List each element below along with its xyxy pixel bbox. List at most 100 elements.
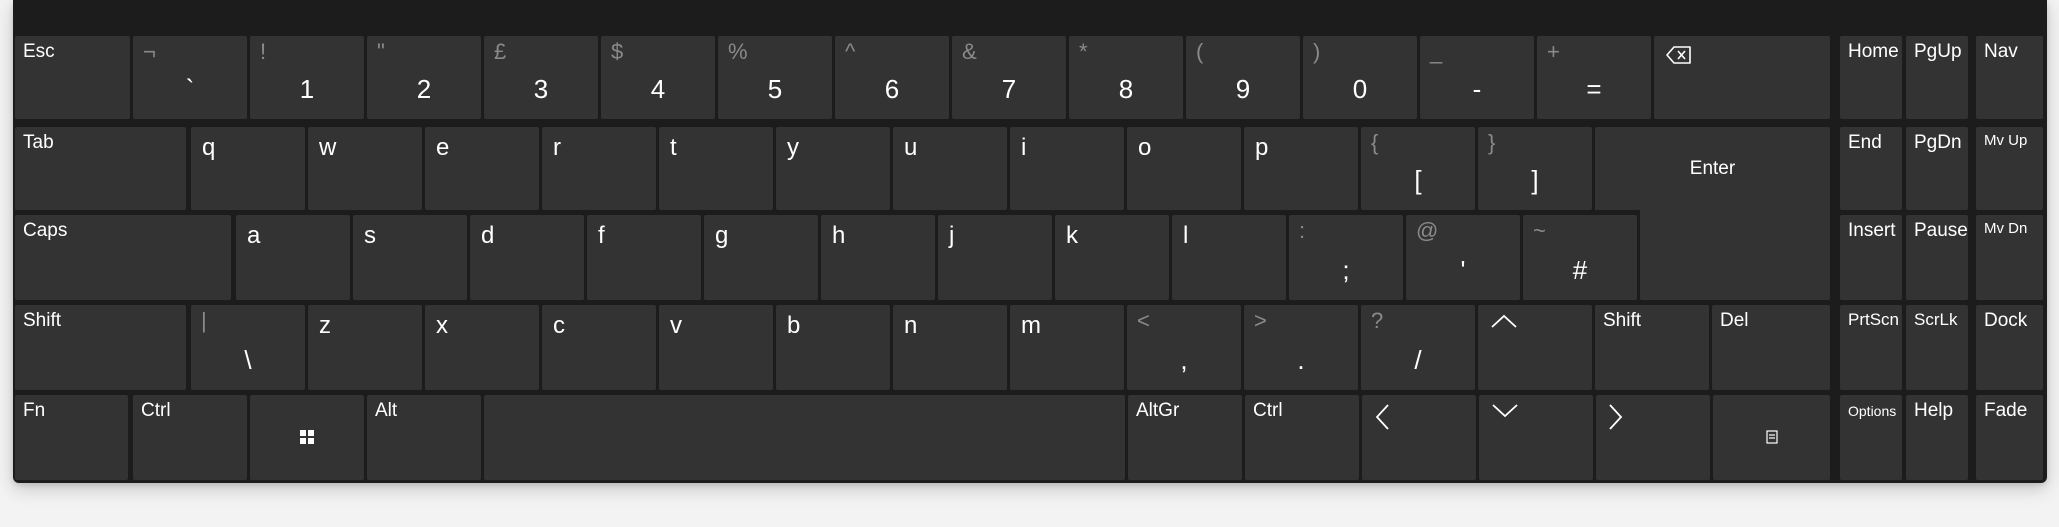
- key-2[interactable]: " 2: [367, 36, 481, 119]
- pause-key[interactable]: Pause: [1906, 215, 1968, 300]
- key-h[interactable]: h: [821, 215, 935, 300]
- altgr-key[interactable]: AltGr: [1128, 395, 1242, 480]
- backtick-key[interactable]: ¬ `: [133, 36, 247, 119]
- del-key[interactable]: Del: [1712, 305, 1830, 390]
- key-u[interactable]: u: [893, 127, 1007, 210]
- key-f[interactable]: f: [587, 215, 701, 300]
- menu-key[interactable]: [1713, 395, 1830, 480]
- minus-key[interactable]: _ -: [1420, 36, 1534, 119]
- key-a[interactable]: a: [236, 215, 350, 300]
- comma-key[interactable]: <,: [1127, 305, 1241, 390]
- dock-key[interactable]: Dock: [1976, 305, 2043, 390]
- right-bracket-key[interactable]: }]: [1478, 127, 1592, 210]
- key-1-lower: 1: [299, 74, 315, 104]
- right-arrow-key[interactable]: [1596, 395, 1710, 480]
- on-screen-keyboard: Esc ¬ ` ! 1 " 2 £3 $4 % 5 ^ 6 & 7 * 8 (9 ) 0 _ - …: [13, 0, 2047, 483]
- scrlk-key[interactable]: ScrLk: [1906, 305, 1968, 390]
- left-shift-key[interactable]: Shift: [15, 305, 186, 390]
- key-d[interactable]: d: [470, 215, 584, 300]
- quote-key[interactable]: @ ': [1406, 215, 1520, 300]
- options-key[interactable]: Options: [1840, 395, 1902, 480]
- key-i[interactable]: i: [1010, 127, 1124, 210]
- right-bracket-upper: }: [1488, 130, 1496, 155]
- key-3[interactable]: £3: [484, 36, 598, 119]
- key-0-upper: ): [1313, 39, 1321, 64]
- hash-key[interactable]: ~ #: [1523, 215, 1637, 300]
- backslash-key[interactable]: | \: [191, 305, 305, 390]
- key-j[interactable]: j: [938, 215, 1052, 300]
- key-x[interactable]: x: [425, 305, 539, 390]
- key-7[interactable]: & 7: [952, 36, 1066, 119]
- mv-up-key[interactable]: Mv Up: [1976, 127, 2043, 210]
- equals-key[interactable]: + =: [1537, 36, 1651, 119]
- key-g[interactable]: g: [704, 215, 818, 300]
- end-key[interactable]: End: [1840, 127, 1902, 210]
- caps-key[interactable]: Caps: [15, 215, 231, 300]
- pgup-key[interactable]: PgUp: [1906, 36, 1968, 119]
- windows-key[interactable]: [250, 395, 364, 480]
- nav-key[interactable]: Nav: [1976, 36, 2043, 119]
- key-s-label: s: [364, 222, 376, 249]
- comma-lower: ,: [1180, 345, 1188, 375]
- slash-key[interactable]: ? /: [1361, 305, 1475, 390]
- semicolon-key[interactable]: :;: [1289, 215, 1403, 300]
- left-bracket-key[interactable]: {[: [1361, 127, 1475, 210]
- space-bar[interactable]: [484, 395, 1125, 480]
- left-ctrl-key[interactable]: Ctrl: [133, 395, 247, 480]
- quote-upper: @: [1416, 218, 1439, 243]
- right-shift-key[interactable]: Shift: [1595, 305, 1709, 390]
- fn-key[interactable]: Fn: [15, 395, 128, 480]
- backspace-key[interactable]: [1654, 36, 1830, 119]
- equals-upper: +: [1547, 39, 1560, 64]
- key-l[interactable]: l: [1172, 215, 1286, 300]
- backslash-upper: |: [201, 308, 207, 333]
- key-c[interactable]: c: [542, 305, 656, 390]
- left-arrow-key[interactable]: [1362, 395, 1476, 480]
- key-4-upper: $: [611, 39, 624, 64]
- key-m[interactable]: m: [1010, 305, 1124, 390]
- key-z[interactable]: z: [308, 305, 422, 390]
- fade-key[interactable]: Fade: [1976, 395, 2043, 480]
- up-arrow-key[interactable]: [1478, 305, 1592, 390]
- enter-key[interactable]: Enter: [1595, 127, 1830, 210]
- key-y[interactable]: y: [776, 127, 890, 210]
- key-0[interactable]: ) 0: [1303, 36, 1417, 119]
- tab-label: Tab: [23, 132, 54, 153]
- key-6[interactable]: ^ 6: [835, 36, 949, 119]
- key-k[interactable]: k: [1055, 215, 1169, 300]
- prtscn-key[interactable]: PrtScn: [1840, 305, 1902, 390]
- key-o[interactable]: o: [1127, 127, 1241, 210]
- period-key[interactable]: >.: [1244, 305, 1358, 390]
- key-x-label: x: [436, 312, 448, 339]
- key-4[interactable]: $4: [601, 36, 715, 119]
- home-key[interactable]: Home: [1840, 36, 1902, 119]
- help-key[interactable]: Help: [1906, 395, 1968, 480]
- semicolon-upper: :: [1299, 218, 1306, 243]
- key-n[interactable]: n: [893, 305, 1007, 390]
- left-bracket-upper: {: [1371, 130, 1379, 155]
- key-9[interactable]: (9: [1186, 36, 1300, 119]
- key-v[interactable]: v: [659, 305, 773, 390]
- key-w[interactable]: w: [308, 127, 422, 210]
- alt-key[interactable]: Alt: [367, 395, 481, 480]
- key-1[interactable]: ! 1: [250, 36, 364, 119]
- key-t[interactable]: t: [659, 127, 773, 210]
- enter-key-lower[interactable]: [1640, 208, 1830, 300]
- right-ctrl-label: Ctrl: [1253, 400, 1283, 421]
- pgdn-key[interactable]: PgDn: [1906, 127, 1968, 210]
- key-b[interactable]: b: [776, 305, 890, 390]
- keyboard-title-bar[interactable]: [13, 0, 2047, 34]
- key-8[interactable]: * 8: [1069, 36, 1183, 119]
- esc-key[interactable]: Esc: [15, 36, 130, 119]
- key-p[interactable]: p: [1244, 127, 1358, 210]
- key-q[interactable]: q: [191, 127, 305, 210]
- insert-key[interactable]: Insert: [1840, 215, 1902, 300]
- key-s[interactable]: s: [353, 215, 467, 300]
- key-r[interactable]: r: [542, 127, 656, 210]
- tab-key[interactable]: Tab: [15, 127, 186, 210]
- mv-dn-key[interactable]: Mv Dn: [1976, 215, 2043, 300]
- down-arrow-key[interactable]: [1479, 395, 1593, 480]
- right-ctrl-key[interactable]: Ctrl: [1245, 395, 1359, 480]
- key-5[interactable]: % 5: [718, 36, 832, 119]
- key-e[interactable]: e: [425, 127, 539, 210]
